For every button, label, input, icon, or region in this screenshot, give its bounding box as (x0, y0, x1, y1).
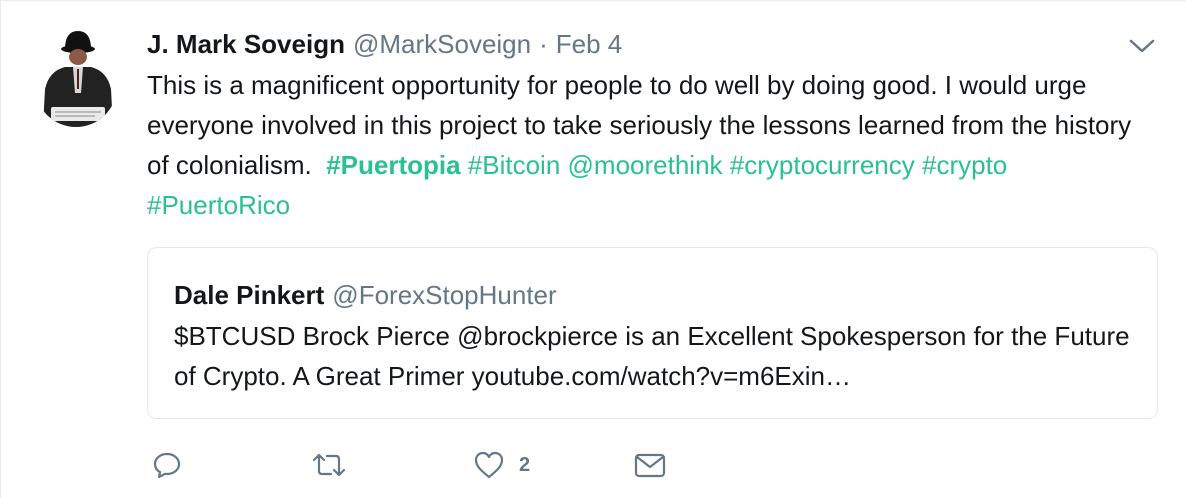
quoted-tweet[interactable]: Dale Pinkert @ForexStopHunter $BTCUSD Br… (147, 247, 1158, 419)
like-count: 2 (519, 453, 531, 476)
avatar[interactable] (35, 23, 117, 127)
hashtag-link[interactable]: #Bitcoin (468, 150, 561, 180)
separator-dot: · (539, 29, 548, 59)
reply-icon (153, 452, 181, 479)
quoted-author-name: Dale Pinkert (174, 280, 325, 310)
heart-icon (474, 451, 504, 479)
mention-link[interactable]: @moorethink (568, 150, 723, 180)
retweet-icon (312, 453, 346, 477)
quoted-header: Dale Pinkert @ForexStopHunter (174, 280, 557, 311)
author-handle[interactable]: @MarkSoveign (353, 29, 531, 60)
avatar-image (35, 23, 117, 127)
reply-button[interactable] (151, 445, 183, 485)
more-options-button[interactable] (1127, 31, 1157, 61)
tweet-card[interactable]: J. Mark Soveign @MarkSoveign · Feb 4 Thi… (0, 0, 1186, 498)
tweet-actions: 2 (147, 445, 747, 485)
tweet-header: J. Mark Soveign @MarkSoveign · Feb 4 (147, 29, 622, 59)
quoted-author-handle: @ForexStopHunter (332, 280, 557, 310)
quoted-text: $BTCUSD Brock Pierce @brockpierce is an … (174, 321, 1130, 391)
hashtag-link[interactable]: #PuertoRico (147, 190, 290, 220)
like-button[interactable]: 2 (473, 445, 530, 485)
direct-message-button[interactable] (633, 445, 667, 485)
envelope-icon (634, 453, 666, 478)
tweet-text: This is a magnificent opportunity for pe… (147, 65, 1157, 225)
hashtag-link[interactable]: #Puertopia (326, 150, 460, 180)
author-name[interactable]: J. Mark Soveign (147, 29, 345, 60)
tweet-date[interactable]: Feb 4 (556, 29, 623, 60)
hashtag-link[interactable]: #cryptocurrency (730, 150, 915, 180)
retweet-button[interactable] (311, 445, 347, 485)
chevron-down-icon (1129, 39, 1155, 53)
hashtag-link[interactable]: #crypto (922, 150, 1007, 180)
